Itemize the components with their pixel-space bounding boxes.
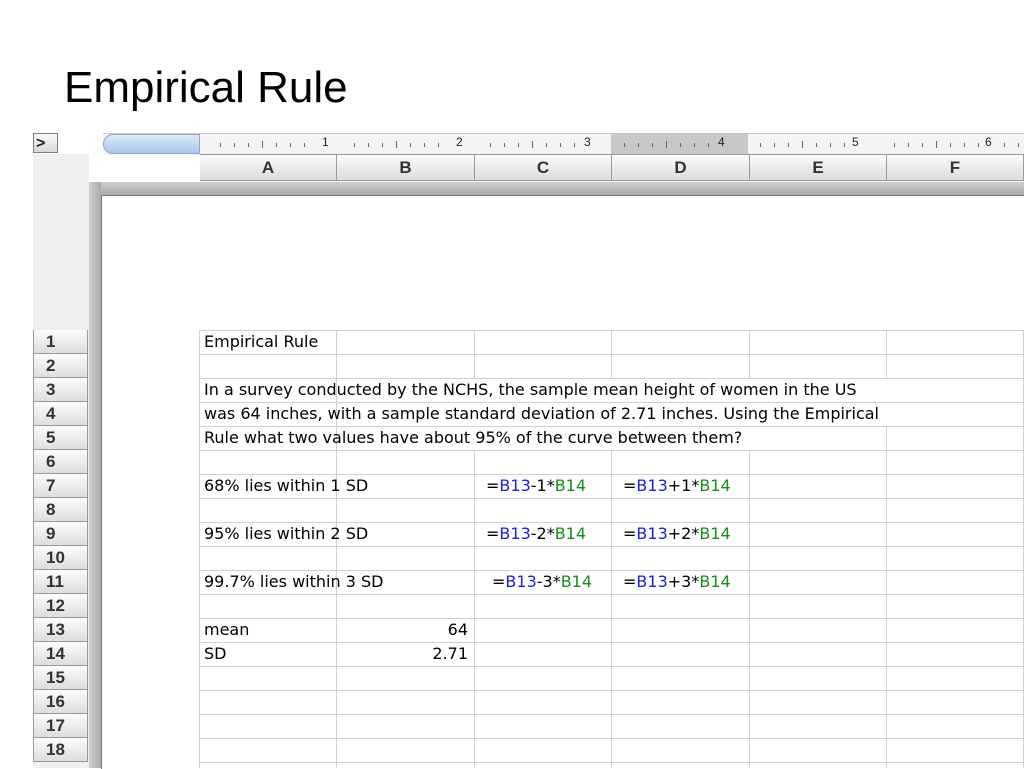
cell-c11[interactable]: =B13-3*B14 [492,570,592,594]
ruler-number: 1 [322,135,329,149]
row-header-12[interactable]: 12 [33,594,88,618]
ruler-margin-handle[interactable] [103,134,200,154]
cell-c7[interactable]: =B13-1*B14 [486,474,586,498]
formula-equals: = [486,524,500,543]
formula-operator: -1* [530,476,555,495]
ruler-number: 2 [456,135,463,149]
row-header-1[interactable]: 1 [33,330,88,354]
formula-ref-mean: B13 [636,572,668,591]
ruler-number: 3 [584,135,591,149]
column-header-c[interactable]: C [475,155,612,180]
expand-formula-bar-button[interactable]: > [33,133,58,153]
formula-ref-sd: B14 [554,476,587,495]
row-header-16[interactable]: 16 [33,690,88,714]
ruler-number: 4 [718,135,725,149]
row-header-4[interactable]: 4 [33,402,88,426]
page-frame-top [89,182,1024,195]
formula-ref-sd: B14 [699,572,731,591]
cell-d9[interactable]: =B13+2*B14 [623,522,731,546]
cell-a3[interactable]: In a survey conducted by the NCHS, the s… [204,378,857,402]
row-header-2[interactable]: 2 [33,354,88,378]
row-header-11[interactable]: 11 [33,570,88,594]
cell-b13[interactable]: 64 [337,618,468,642]
row-header-6[interactable]: 6 [33,450,88,474]
cell-a5[interactable]: Rule what two values have about 95% of t… [204,426,742,450]
formula-operator: +2* [667,524,700,543]
cell-a13[interactable]: mean [204,618,249,642]
row-header-7[interactable]: 7 [33,474,88,498]
formula-ref-sd: B14 [560,572,593,591]
formula-ref-mean: B13 [636,476,668,495]
cell-a7[interactable]: 68% lies within 1 SD [204,474,368,498]
cell-a1[interactable]: Empirical Rule [204,330,318,354]
column-header-row: A B C D E F [200,154,1024,181]
formula-ref-sd: B14 [554,524,587,543]
row-header-18[interactable]: 18 [33,738,88,762]
column-header-f[interactable]: F [887,155,1024,180]
row-header-15[interactable]: 15 [33,666,88,690]
ruler-number: 5 [852,135,859,149]
formula-ref-mean: B13 [499,476,531,495]
formula-operator: +3* [667,572,700,591]
cell-d7[interactable]: =B13+1*B14 [623,474,731,498]
row-header-8[interactable]: 8 [33,498,88,522]
formula-ref-sd: B14 [699,524,731,543]
column-header-e[interactable]: E [750,155,887,180]
cell-a9[interactable]: 95% lies within 2 SD [204,522,368,546]
formula-equals: = [492,572,506,591]
column-header-d[interactable]: D [612,155,750,180]
ruler-number: 6 [985,135,992,149]
row-header-17[interactable]: 17 [33,714,88,738]
row-header-9[interactable]: 9 [33,522,88,546]
formula-operator: -2* [530,524,555,543]
formula-ref-mean: B13 [636,524,668,543]
page-frame-left [89,182,101,768]
row-header-3[interactable]: 3 [33,378,88,402]
row-header-14[interactable]: 14 [33,642,88,666]
row-header-10[interactable]: 10 [33,546,88,570]
cell-a11[interactable]: 99.7% lies within 3 SD [204,570,383,594]
cell-b14[interactable]: 2.71 [337,642,468,666]
ruler[interactable]: 1 2 3 4 5 6 [103,133,1024,155]
formula-ref-mean: B13 [499,524,531,543]
formula-operator: -3* [536,572,561,591]
formula-ref-mean: B13 [505,572,537,591]
cell-a4[interactable]: was 64 inches, with a sample standard de… [204,402,879,426]
column-header-a[interactable]: A [200,155,337,180]
column-header-b[interactable]: B [337,155,475,180]
formula-operator: +1* [667,476,700,495]
row-header-13[interactable]: 13 [33,618,88,642]
formula-equals: = [623,524,637,543]
formula-equals: = [623,572,637,591]
formula-equals: = [623,476,637,495]
slide-title: Empirical Rule [64,63,348,112]
cell-d11[interactable]: =B13+3*B14 [623,570,731,594]
formula-equals: = [486,476,500,495]
formula-ref-sd: B14 [699,476,731,495]
cell-c9[interactable]: =B13-2*B14 [486,522,586,546]
cell-a14[interactable]: SD [204,642,226,666]
row-header-5[interactable]: 5 [33,426,88,450]
